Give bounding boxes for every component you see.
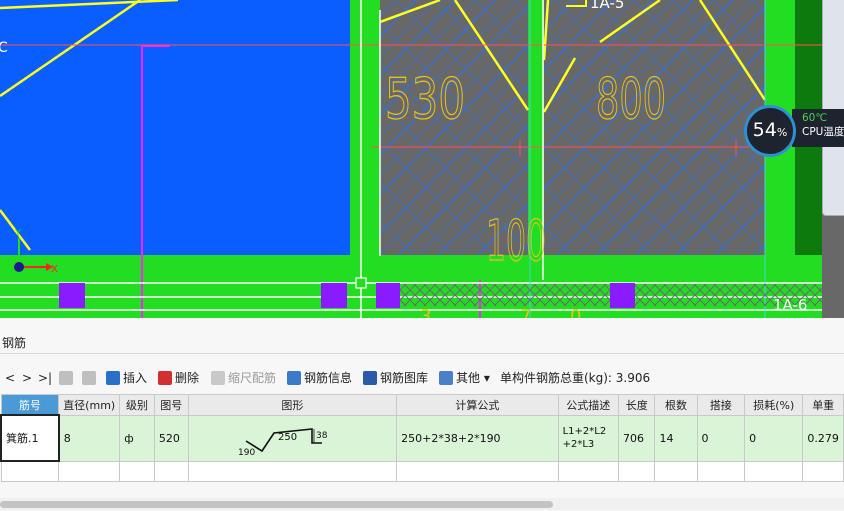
rebar-library-button[interactable]: 钢筋图库 — [363, 366, 428, 390]
svg-text:Y: Y — [14, 228, 22, 239]
scale-rebar-label: 缩尺配筋 — [228, 371, 277, 385]
cell-grade[interactable]: ф — [119, 414, 155, 462]
dim-100: 100 — [486, 209, 546, 274]
scale-rebar-icon — [211, 370, 225, 385]
col-diameter[interactable]: 直径(mm) — [58, 394, 121, 416]
col-bar-no[interactable]: 筋号 — [0, 394, 60, 416]
dim-800: 800 — [596, 67, 666, 132]
insert-label: 插入 — [123, 371, 148, 385]
move-down-icon[interactable] — [82, 366, 99, 390]
col-unit-weight[interactable]: 单重 — [802, 394, 844, 416]
cell-bar-no[interactable]: 箕筋.1 — [0, 414, 60, 462]
delete-label: 删除 — [175, 371, 200, 385]
cell-shape-no[interactable]: 520 — [153, 414, 189, 462]
nav-next-button[interactable]: > — [22, 366, 32, 390]
cell-unit-weight[interactable]: 0.279 — [802, 414, 844, 462]
cell-length[interactable]: 706 — [617, 414, 656, 462]
delete-button[interactable]: 删除 — [158, 366, 199, 390]
panel-title: 钢筋 — [0, 332, 844, 354]
cpu-temperature-box: 60℃ CPU温度 — [792, 109, 844, 147]
insert-button[interactable]: 插入 — [106, 366, 147, 390]
axis-label-1a6: 1A-6 — [773, 296, 807, 314]
total-weight: 单构件钢筋总重(kg): 3.906 — [500, 371, 651, 385]
svg-text:7: 7 — [520, 306, 531, 318]
horizontal-scrollbar[interactable] — [0, 498, 844, 510]
nav-last-button[interactable]: >| — [38, 366, 52, 390]
cad-viewport[interactable]: 530 800 100 1A-5 1A-6 C X Y 3 7 0 3D — [0, 0, 844, 318]
col-formula[interactable]: 计算公式 — [396, 394, 559, 416]
rebar-library-icon — [363, 370, 377, 385]
shape-dim-250: 250 — [278, 432, 297, 443]
move-up-icon[interactable] — [59, 366, 76, 390]
cell-lap[interactable]: 0 — [696, 414, 746, 462]
axis-label-1a5: 1A-5 — [590, 0, 624, 12]
drawing-canvas[interactable]: 530 800 100 1A-5 1A-6 C X Y 3 7 0 — [0, 0, 844, 318]
rebar-info-icon — [287, 370, 301, 385]
cell-shape[interactable]: 250 38 190 — [187, 414, 398, 462]
rebar-table: 筋号 直径(mm) 级别 图号 图形 计算公式 公式描述 长度 根数 搭接 损耗… — [0, 394, 844, 482]
col-shape-no[interactable]: 图号 — [153, 394, 189, 416]
cpu-temperature-label: CPU温度 — [802, 126, 844, 138]
shape-dim-38: 38 — [316, 431, 328, 441]
insert-icon — [106, 370, 120, 385]
col-length[interactable]: 长度 — [617, 394, 656, 416]
rebar-info-label: 钢筋信息 — [304, 371, 353, 385]
shape-dim-190: 190 — [238, 448, 255, 457]
col-lap[interactable]: 搭接 — [696, 394, 746, 416]
cpu-gauge: 54% — [744, 105, 796, 157]
rebar-info-button[interactable]: 钢筋信息 — [287, 366, 352, 390]
cell-formula-desc[interactable]: L1+2*L2+2*L3 — [557, 414, 619, 462]
rebar-toolbar: < > >| 插入 删除 缩尺配筋 钢筋信息 钢筋图库 其他 ▾ 单构件钢筋总重… — [0, 366, 844, 390]
cell-count[interactable]: 14 — [654, 414, 698, 462]
other-label: 其他 — [456, 371, 481, 385]
table-row[interactable]: 箕筋.1 8 ф 520 250 38 190 250+2*38+2*190 L… — [0, 414, 844, 462]
rebar-panel: 钢筋 < > >| 插入 删除 缩尺配筋 钢筋信息 钢筋图库 其他 ▾ 单构件钢… — [0, 318, 844, 511]
col-grade[interactable]: 级别 — [119, 394, 155, 416]
grip-point — [355, 277, 367, 289]
nav-prev-button[interactable]: < — [5, 366, 15, 390]
col-formula-desc[interactable]: 公式描述 — [557, 394, 619, 416]
col-count[interactable]: 根数 — [654, 394, 698, 416]
svg-text:3: 3 — [420, 306, 431, 318]
cpu-monitor[interactable]: 60℃ CPU温度 54% — [744, 105, 844, 157]
cpu-percent: 54 — [752, 119, 777, 141]
scrollbar-thumb[interactable] — [0, 501, 553, 508]
delete-icon — [158, 370, 172, 385]
edge-mark: C — [0, 40, 8, 56]
col-loss[interactable]: 损耗(%) — [744, 394, 804, 416]
table-row-empty[interactable] — [0, 460, 844, 482]
cell-loss[interactable]: 0 — [744, 414, 804, 462]
col-shape[interactable]: 图形 — [187, 394, 398, 416]
other-icon — [439, 370, 453, 385]
cell-diameter[interactable]: 8 — [58, 414, 121, 462]
rebar-shape-diagram: 250 38 190 — [238, 427, 328, 458]
cpu-percent-sign: % — [776, 126, 788, 139]
cell-formula[interactable]: 250+2*38+2*190 — [396, 414, 559, 462]
scale-rebar-button[interactable]: 缩尺配筋 — [211, 366, 276, 390]
svg-text:0: 0 — [570, 306, 581, 318]
svg-text:X: X — [51, 264, 58, 275]
rebar-library-label: 钢筋图库 — [380, 371, 429, 385]
cpu-temperature: 60℃ — [802, 112, 828, 124]
dim-530: 530 — [385, 67, 465, 132]
slab-region — [0, 0, 350, 256]
other-button[interactable]: 其他 ▾ — [439, 366, 490, 390]
table-header: 筋号 直径(mm) 级别 图号 图形 计算公式 公式描述 长度 根数 搭接 损耗… — [0, 394, 844, 416]
